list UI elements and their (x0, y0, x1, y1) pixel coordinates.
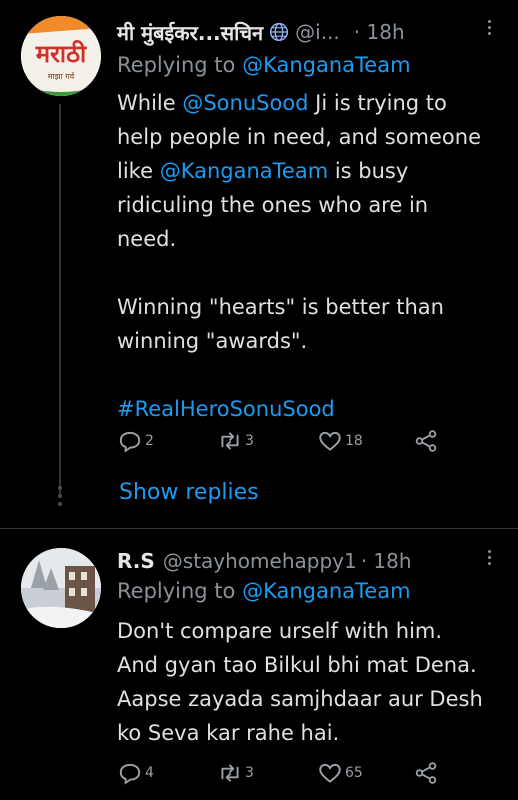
body-text: Aapse zayada samjhdaar aur Desh (117, 687, 483, 711)
avatar-subtext: माझा गर्व (48, 71, 75, 81)
more-vertical-icon[interactable] (488, 20, 496, 38)
share-button[interactable] (413, 428, 441, 454)
like-button[interactable]: 65 (317, 760, 363, 786)
tweet-header: R.S @stayhomehappy1 · 18h (117, 546, 412, 576)
body-text: And gyan tao Bilkul bhi mat Dena. (117, 653, 477, 677)
retweet-count: 3 (245, 433, 254, 449)
tweet-actions: 2 3 18 (117, 428, 457, 458)
replying-to: Replying to @KanganaTeam (117, 53, 411, 77)
body-text: help people in need, and someone (117, 125, 482, 149)
body-text: like (117, 159, 160, 183)
more-vertical-icon[interactable] (488, 550, 496, 568)
reply-count: 2 (145, 433, 154, 449)
replying-prefix: Replying to (117, 579, 243, 603)
tweet-text: Don't compare urself with him. And gyan … (117, 614, 507, 750)
retweet-button[interactable]: 3 (217, 428, 254, 454)
body-text: Winning "hearts" is better than (117, 295, 444, 319)
retweet-icon (221, 764, 239, 782)
tweet-header: मी मुंबईकर...सचिन @i... · 18h (117, 17, 405, 47)
user-handle[interactable]: @i... (295, 20, 340, 44)
thread-line (59, 104, 61, 494)
body-text: Ji is trying to (308, 91, 447, 115)
tweet-2[interactable]: R.S @stayhomehappy1 · 18h Replying to @K… (0, 530, 518, 800)
reply-count: 4 (145, 765, 154, 781)
body-text: is busy (328, 159, 409, 183)
body-text: Don't compare urself with him. (117, 619, 443, 643)
reply-button[interactable]: 2 (117, 428, 154, 454)
like-icon (319, 431, 341, 451)
avatar-text: मराठी (35, 40, 87, 68)
mention-link[interactable]: @SonuSood (182, 91, 308, 115)
replying-mention[interactable]: @KanganaTeam (242, 53, 410, 77)
like-button[interactable]: 18 (317, 428, 363, 454)
share-icon (415, 430, 437, 452)
tweet-divider (0, 528, 518, 529)
timestamp[interactable]: · 18h (361, 549, 412, 573)
like-count: 65 (345, 765, 363, 781)
share-button[interactable] (413, 760, 441, 786)
body-text: need. (117, 227, 177, 251)
mention-link[interactable]: @KanganaTeam (160, 159, 328, 183)
tweet-actions: 4 3 65 (117, 760, 457, 790)
reply-icon (119, 763, 141, 785)
display-name[interactable]: R.S (117, 549, 155, 573)
like-icon (319, 763, 341, 783)
body-text: While (117, 91, 183, 115)
replying-prefix: Replying to (117, 53, 243, 77)
retweet-icon (221, 432, 239, 450)
display-name[interactable]: मी मुंबईकर...सचिन (117, 19, 263, 46)
like-count: 18 (345, 433, 363, 449)
share-icon (415, 762, 437, 784)
avatar[interactable]: मराठी माझा गर्व (21, 16, 101, 96)
tweet-text: While @SonuSood Ji is trying to help peo… (117, 86, 507, 426)
avatar-image (21, 548, 101, 628)
retweet-button[interactable]: 3 (217, 760, 254, 786)
avatar[interactable] (21, 548, 101, 628)
globe-icon (270, 22, 289, 42)
show-replies-link[interactable]: Show replies (119, 480, 259, 505)
thread-dots (57, 486, 63, 510)
body-text: ko Seva kar rahe hai. (117, 721, 340, 745)
timestamp[interactable]: · 18h (354, 20, 405, 44)
user-handle[interactable]: @stayhomehappy1 (163, 549, 357, 573)
body-text: winning "awards". (117, 329, 308, 353)
tweet-1[interactable]: मराठी माझा गर्व मी मुंबईकर...सचिन @i... … (0, 0, 518, 528)
replying-to: Replying to @KanganaTeam (117, 579, 411, 603)
replying-mention[interactable]: @KanganaTeam (242, 579, 410, 603)
reply-icon (119, 431, 141, 453)
retweet-count: 3 (245, 765, 254, 781)
body-text: ridiculing the ones who are in (117, 193, 429, 217)
avatar-image: मराठी माझा गर्व (21, 16, 101, 96)
hashtag-link[interactable]: #RealHeroSonuSood (117, 392, 507, 426)
reply-button[interactable]: 4 (117, 760, 154, 786)
